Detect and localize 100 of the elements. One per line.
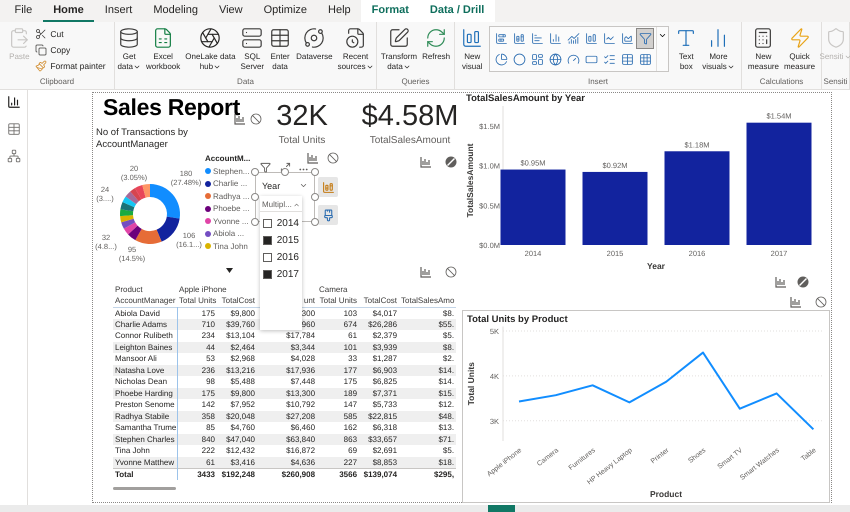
- ribbon-button[interactable]: Excel workbook: [144, 26, 182, 73]
- group-label: Insert: [588, 77, 608, 88]
- ribbon-button[interactable]: Quick measure: [782, 26, 818, 73]
- scissors-icon: [35, 28, 48, 40]
- menu-tab[interactable]: Modeling: [142, 0, 208, 22]
- menu-tab[interactable]: File: [4, 0, 43, 22]
- menu-tab[interactable]: View: [208, 0, 254, 22]
- visual-button[interactable]: [636, 28, 654, 49]
- ribbon-button[interactable]: Cut: [33, 27, 108, 41]
- column-header: Total Units: [317, 295, 360, 307]
- selection-mode-dropdown[interactable]: Multipl...: [260, 198, 302, 212]
- resize-handle[interactable]: [311, 168, 319, 176]
- group-label: Queries: [401, 77, 430, 88]
- column-header: unt: [257, 295, 318, 307]
- group-label: Sensiti: [824, 77, 848, 88]
- ribbon-button[interactable]: Enter data: [267, 26, 294, 73]
- resize-handle[interactable]: [311, 218, 319, 226]
- menu-tab[interactable]: Data / Drill: [419, 0, 495, 22]
- slicer-option[interactable]: 2014: [260, 215, 302, 232]
- pie-chart-icon: [494, 53, 508, 66]
- total-cell: $139,074: [359, 468, 400, 480]
- orbit-icon: [303, 27, 326, 49]
- resize-handle[interactable]: [281, 168, 289, 176]
- filter-icon[interactable]: [260, 162, 271, 173]
- table-cell: 85: [177, 422, 217, 434]
- report-title: Sales Report: [103, 94, 240, 121]
- slicer-option[interactable]: 2015: [260, 232, 302, 249]
- table-cell: $12,432: [217, 445, 257, 456]
- grid-icon: [638, 53, 652, 66]
- menu-tab[interactable]: Help: [318, 0, 362, 22]
- expand-icon[interactable]: [280, 162, 291, 173]
- table-cell: 147: [317, 399, 360, 410]
- visual-type-button[interactable]: [318, 177, 338, 197]
- chevron-down-icon: [299, 181, 308, 190]
- ribbon-button[interactable]: OneLake data hub: [183, 26, 238, 73]
- table-cell: $17,936: [257, 364, 318, 376]
- group-label: Data: [237, 77, 254, 88]
- table-cell: $12.: [399, 399, 456, 410]
- bar-chart-icon: [6, 95, 20, 109]
- legend-label: Abiola ...: [213, 229, 244, 238]
- table-cell: $6,825: [359, 376, 400, 388]
- combo-chart-icon: [566, 32, 580, 45]
- legend-label: Tina John: [213, 242, 248, 250]
- group-label: Clipboard: [40, 77, 74, 88]
- table-cell: $16,872: [257, 445, 318, 456]
- aperture-icon: [199, 27, 222, 49]
- table-cell: 175: [177, 388, 217, 399]
- ribbon-button[interactable]: Text box: [673, 26, 700, 73]
- checkbox[interactable]: [263, 236, 272, 245]
- table-cell: 101: [317, 342, 360, 353]
- ribbon-button[interactable]: Copy: [33, 43, 108, 57]
- ribbon-button[interactable]: Transform data: [378, 26, 420, 73]
- checkbox[interactable]: [263, 219, 272, 228]
- checkbox[interactable]: [263, 253, 272, 262]
- scrollbar[interactable]: [113, 487, 176, 490]
- ribbon-button[interactable]: Format painter: [33, 59, 108, 73]
- table-cell: 863: [317, 434, 360, 445]
- chart-icon: [420, 266, 432, 278]
- column-header: TotalCost: [359, 295, 400, 307]
- column-chart-icon: [512, 32, 526, 45]
- ribbon-button[interactable]: Recent sources: [336, 26, 376, 73]
- database-icon: [118, 27, 140, 49]
- menu-tab[interactable]: Optimize: [253, 0, 318, 22]
- chart-icon: [790, 296, 802, 308]
- format-button[interactable]: [318, 205, 338, 225]
- table-cell: $15.: [399, 388, 456, 399]
- column-header: Camera: [318, 284, 348, 295]
- ribbon-button[interactable]: Refresh: [420, 26, 452, 63]
- paintbrush-icon: [322, 208, 334, 222]
- resize-handle[interactable]: [311, 193, 319, 201]
- chevron-down-icon: [402, 63, 411, 71]
- table-cell: $7,952: [217, 399, 257, 410]
- resize-handle[interactable]: [251, 218, 259, 226]
- resize-handle[interactable]: [251, 168, 259, 176]
- table-cell: 53: [177, 353, 217, 364]
- legend-label: Radhya ...: [213, 192, 250, 200]
- slicer-option[interactable]: 2016: [260, 249, 302, 266]
- area-chart-icon: [620, 32, 634, 45]
- table-cell: $5.: [399, 330, 456, 342]
- ribbon-button[interactable]: More visuals: [700, 26, 737, 73]
- resize-handle[interactable]: [251, 193, 259, 201]
- scroll-down-icon[interactable]: [226, 268, 233, 273]
- ribbon-button[interactable]: New visual: [459, 26, 486, 73]
- menu-tab[interactable]: Format: [361, 0, 420, 22]
- slicer-option[interactable]: 2017: [260, 266, 302, 283]
- ribbon-button[interactable]: Dataverse: [294, 26, 335, 63]
- ribbon-button[interactable]: SQL Server: [238, 26, 266, 73]
- checkbox[interactable]: [263, 270, 272, 279]
- table-cell: 189: [317, 388, 360, 399]
- list-icon: [602, 53, 616, 66]
- table-cell: 234: [177, 330, 217, 342]
- table-cell: $5,488: [217, 376, 257, 388]
- table-cell: $18.: [399, 456, 456, 468]
- chart-icon: [775, 276, 787, 288]
- ribbon-button[interactable]: Get data: [115, 26, 144, 73]
- menu-tab[interactable]: Insert: [94, 0, 143, 22]
- chart-icon: [420, 156, 432, 168]
- ribbon-button[interactable]: New measure: [746, 26, 781, 73]
- legend-label: Yvonne ...: [213, 216, 249, 226]
- table-cell: 69: [317, 445, 360, 456]
